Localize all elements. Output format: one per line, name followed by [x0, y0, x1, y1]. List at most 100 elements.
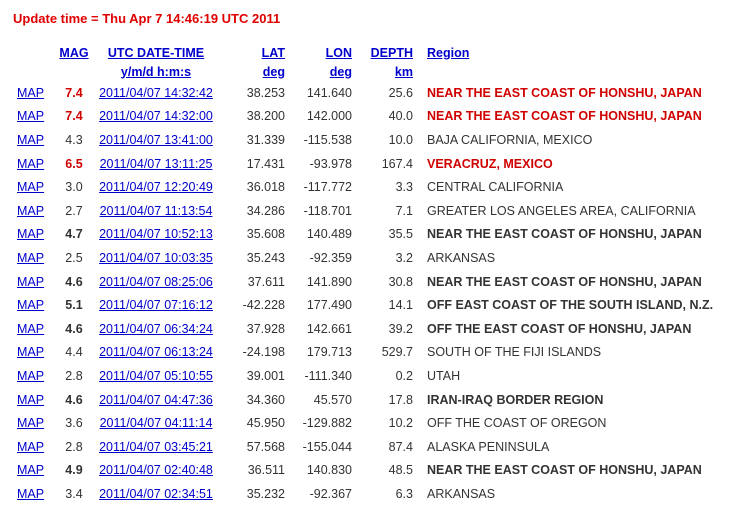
datetime-link[interactable]: 2011/04/07 08:25:06	[99, 275, 213, 289]
depth: 10.2	[388, 416, 413, 431]
header-mag[interactable]: MAG	[56, 43, 92, 62]
depth: 167.4	[381, 156, 413, 171]
header-lat[interactable]: LAT	[220, 43, 291, 62]
map-link[interactable]: MAP	[17, 180, 44, 194]
latitude: 36.018	[246, 180, 285, 195]
region: ARKANSAS	[427, 250, 496, 265]
datetime-link[interactable]: 2011/04/07 14:32:42	[99, 86, 213, 100]
region: UTAH	[427, 368, 461, 383]
magnitude: 7.4	[65, 85, 83, 100]
map-link[interactable]: MAP	[17, 109, 44, 123]
datetime-link[interactable]: 2011/04/07 14:32:00	[99, 109, 213, 123]
table-row: MAP 2.8 2011/04/07 03:45:21 57.568 -155.044 8…	[14, 435, 716, 459]
region: IRAN-IRAQ BORDER REGION	[427, 392, 604, 407]
map-link[interactable]: MAP	[17, 487, 44, 501]
header-time-units[interactable]: y/m/d h:m:s	[92, 62, 220, 81]
latitude: 38.253	[246, 85, 285, 100]
longitude: 177.490	[306, 298, 352, 313]
datetime-link[interactable]: 2011/04/07 04:47:36	[99, 393, 213, 407]
longitude: -111.340	[304, 368, 353, 383]
depth: 17.8	[388, 392, 413, 407]
datetime-link[interactable]: 2011/04/07 06:34:24	[99, 322, 213, 336]
table-row: MAP 4.7 2011/04/07 10:52:13 35.608 140.489 35…	[14, 223, 716, 247]
datetime-link[interactable]: 2011/04/07 02:34:51	[99, 487, 213, 501]
datetime-link[interactable]: 2011/04/07 06:13:24	[99, 345, 213, 359]
magnitude: 3.4	[65, 486, 83, 501]
header-depth-units[interactable]: km	[362, 62, 423, 81]
latitude: 39.001	[246, 368, 285, 383]
latitude: 37.611	[247, 274, 285, 289]
magnitude: 5.1	[65, 298, 83, 313]
map-link[interactable]: MAP	[17, 227, 44, 241]
magnitude: 4.7	[65, 227, 83, 242]
region: CENTRAL CALIFORNIA	[427, 180, 564, 195]
magnitude: 2.8	[65, 368, 83, 383]
datetime-link[interactable]: 2011/04/07 12:20:49	[99, 180, 213, 194]
datetime-link[interactable]: 2011/04/07 10:52:13	[99, 227, 213, 241]
depth: 10.0	[388, 132, 413, 147]
map-link[interactable]: MAP	[17, 251, 44, 265]
longitude: 45.570	[313, 392, 352, 407]
depth: 3.2	[395, 250, 413, 265]
latitude: 31.339	[246, 132, 285, 147]
datetime-link[interactable]: 2011/04/07 02:40:48	[99, 463, 213, 477]
map-link[interactable]: MAP	[17, 393, 44, 407]
magnitude: 4.6	[65, 274, 83, 289]
region: OFF EAST COAST OF THE SOUTH ISLAND, N.Z.	[427, 298, 714, 313]
longitude: 141.640	[306, 85, 352, 100]
header-lon-units[interactable]: deg	[291, 62, 362, 81]
map-link[interactable]: MAP	[17, 275, 44, 289]
latitude: 35.608	[246, 227, 285, 242]
map-link[interactable]: MAP	[17, 440, 44, 454]
latitude: 37.928	[246, 321, 285, 336]
latitude: 17.431	[246, 156, 285, 171]
datetime-link[interactable]: 2011/04/07 11:13:54	[100, 204, 213, 218]
region: OFF THE COAST OF OREGON	[427, 416, 607, 431]
map-link[interactable]: MAP	[17, 416, 44, 430]
header-depth[interactable]: DEPTH	[362, 43, 423, 62]
map-link[interactable]: MAP	[17, 298, 44, 312]
latitude: 45.950	[246, 416, 285, 431]
depth: 35.5	[388, 227, 413, 242]
map-link[interactable]: MAP	[17, 204, 44, 218]
map-link[interactable]: MAP	[17, 463, 44, 477]
map-link[interactable]: MAP	[17, 157, 44, 171]
latitude: -42.228	[242, 298, 285, 313]
depth: 6.3	[395, 486, 413, 501]
header-region[interactable]: Region	[423, 43, 716, 62]
datetime-link[interactable]: 2011/04/07 05:10:55	[99, 369, 213, 383]
longitude: -155.044	[302, 439, 352, 454]
map-link[interactable]: MAP	[17, 322, 44, 336]
map-link[interactable]: MAP	[17, 345, 44, 359]
datetime-link[interactable]: 2011/04/07 13:41:00	[99, 133, 213, 147]
table-row: MAP 4.6 2011/04/07 06:34:24 37.928 142.661 39…	[14, 317, 716, 341]
header-lat-units[interactable]: deg	[220, 62, 291, 81]
header-lon[interactable]: LON	[291, 43, 362, 62]
latitude: 35.243	[246, 250, 285, 265]
datetime-link[interactable]: 2011/04/07 04:11:14	[100, 416, 213, 430]
datetime-link[interactable]: 2011/04/07 07:16:12	[99, 298, 213, 312]
table-row: MAP 4.4 2011/04/07 06:13:24 -24.198 179.713 5…	[14, 341, 716, 365]
header-subrow: y/m/d h:m:s deg deg km	[14, 62, 716, 81]
latitude: -24.198	[242, 345, 285, 360]
depth: 39.2	[388, 321, 413, 336]
header-time[interactable]: UTC DATE-TIME	[92, 43, 220, 62]
datetime-link[interactable]: 2011/04/07 13:11:25	[100, 157, 213, 171]
region: ALASKA PENINSULA	[427, 439, 550, 454]
longitude: -117.772	[303, 180, 352, 195]
table-row: MAP 7.4 2011/04/07 14:32:00 38.200 142.000 40…	[14, 105, 716, 129]
magnitude: 4.9	[65, 463, 83, 478]
region: VERACRUZ, MEXICO	[427, 156, 553, 171]
map-link[interactable]: MAP	[17, 86, 44, 100]
region: BAJA CALIFORNIA, MEXICO	[427, 132, 593, 147]
magnitude: 4.4	[65, 345, 83, 360]
datetime-link[interactable]: 2011/04/07 03:45:21	[99, 440, 213, 454]
map-link[interactable]: MAP	[17, 133, 44, 147]
longitude: -118.701	[303, 203, 352, 218]
latitude: 57.568	[246, 439, 285, 454]
magnitude: 7.4	[65, 109, 83, 124]
map-link[interactable]: MAP	[17, 369, 44, 383]
longitude: 179.713	[306, 345, 352, 360]
region: OFF THE EAST COAST OF HONSHU, JAPAN	[427, 321, 692, 336]
datetime-link[interactable]: 2011/04/07 10:03:35	[99, 251, 213, 265]
